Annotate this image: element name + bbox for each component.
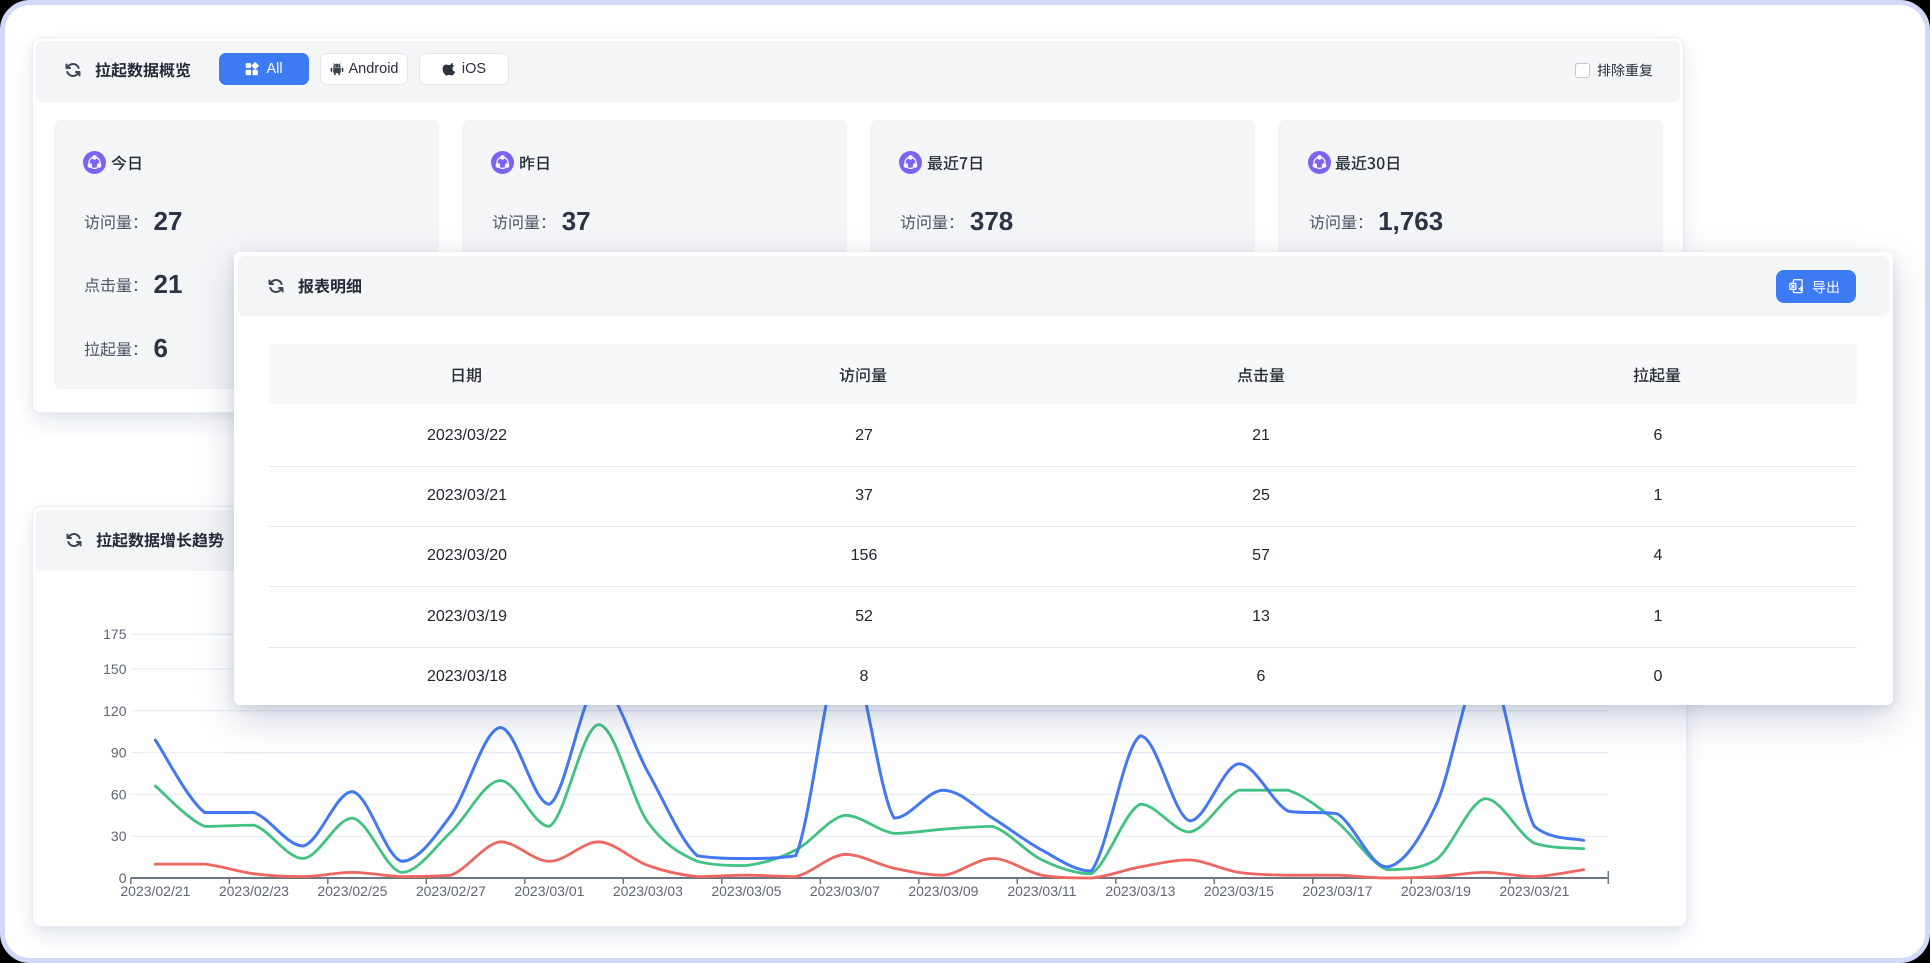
svg-text:90: 90 [111, 745, 127, 761]
svg-text:2023/03/03: 2023/03/03 [613, 883, 683, 899]
svg-text:2023/02/25: 2023/02/25 [317, 883, 387, 899]
svg-text:2023/03/21: 2023/03/21 [1499, 883, 1569, 899]
svg-text:2023/03/19: 2023/03/19 [1401, 883, 1471, 899]
svg-text:120: 120 [103, 703, 127, 719]
svg-text:2023/02/27: 2023/02/27 [416, 883, 486, 899]
svg-text:2023/03/15: 2023/03/15 [1204, 883, 1274, 899]
svg-text:2023/03/11: 2023/03/11 [1007, 883, 1076, 899]
svg-text:2023/02/23: 2023/02/23 [219, 883, 289, 899]
svg-text:175: 175 [103, 626, 127, 642]
svg-text:2023/03/17: 2023/03/17 [1302, 883, 1372, 899]
svg-text:2023/03/05: 2023/03/05 [711, 883, 781, 899]
svg-text:150: 150 [103, 661, 127, 677]
svg-text:2023/03/01: 2023/03/01 [514, 883, 584, 899]
svg-text:30: 30 [111, 828, 127, 844]
svg-text:2023/03/13: 2023/03/13 [1105, 883, 1175, 899]
svg-text:2023/03/09: 2023/03/09 [908, 883, 978, 899]
svg-text:2023/02/21: 2023/02/21 [120, 883, 190, 899]
svg-text:60: 60 [111, 786, 127, 802]
svg-text:2023/03/07: 2023/03/07 [810, 883, 880, 899]
